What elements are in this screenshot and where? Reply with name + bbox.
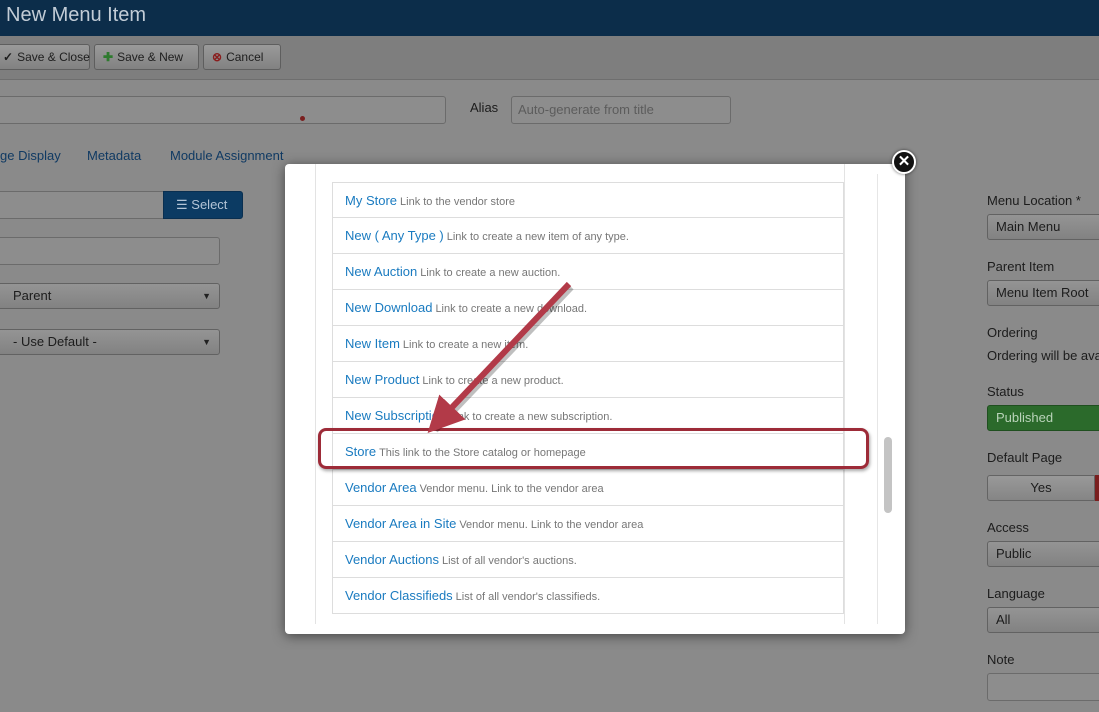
arrow-line [427,281,572,434]
arrow-annotation [427,281,574,434]
